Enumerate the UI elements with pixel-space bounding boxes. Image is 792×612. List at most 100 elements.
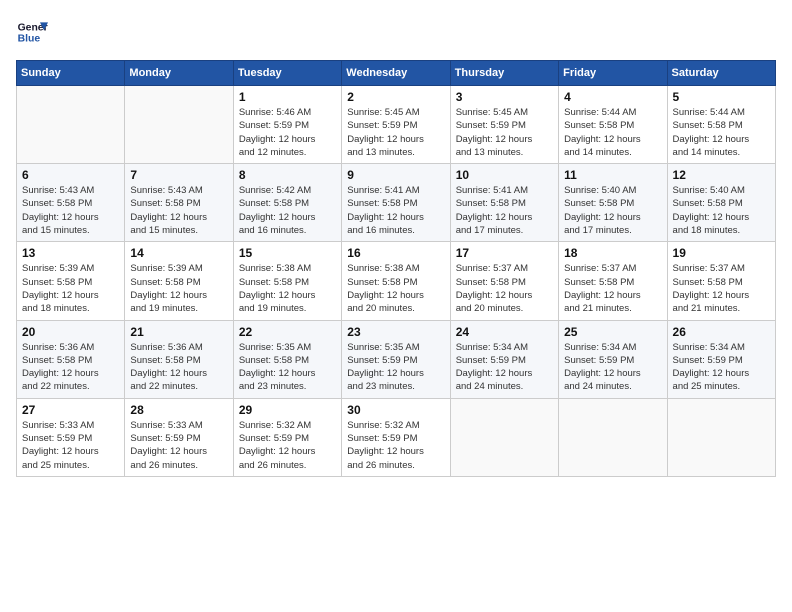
svg-text:Blue: Blue: [18, 34, 41, 45]
calendar-table: SundayMondayTuesdayWednesdayThursdayFrid…: [16, 60, 776, 477]
day-number: 9: [347, 168, 444, 182]
calendar-cell: 21Sunrise: 5:36 AM Sunset: 5:58 PM Dayli…: [125, 320, 233, 398]
day-info: Sunrise: 5:42 AM Sunset: 5:58 PM Dayligh…: [239, 184, 336, 237]
day-info: Sunrise: 5:40 AM Sunset: 5:58 PM Dayligh…: [564, 184, 661, 237]
col-header-monday: Monday: [125, 61, 233, 86]
day-info: Sunrise: 5:46 AM Sunset: 5:59 PM Dayligh…: [239, 106, 336, 159]
logo: General Blue: [16, 16, 48, 48]
day-number: 5: [673, 90, 770, 104]
calendar-cell: 10 Sunrise: 5:41 AM Sunset: 5:58 PM Dayli…: [450, 164, 558, 242]
day-number: 29: [239, 403, 336, 417]
day-number: 25: [564, 325, 661, 339]
day-info: Sunrise: 5:41 AM Sunset: 5:58 PM Dayligh…: [347, 184, 444, 237]
calendar-cell: 16 Sunrise: 5:38 AM Sunset: 5:58 PM Dayli…: [342, 242, 450, 320]
day-number: 2: [347, 90, 444, 104]
day-number: 1: [239, 90, 336, 104]
day-info: Sunrise: 5:34 AM Sunset: 5:59 PM Dayligh…: [673, 341, 770, 394]
calendar-cell: 9 Sunrise: 5:41 AM Sunset: 5:58 PM Daylig…: [342, 164, 450, 242]
day-info: Sunrise: 5:35 AM Sunset: 5:58 PM Dayligh…: [239, 341, 336, 394]
day-info: Sunrise: 5:43 AM Sunset: 5:58 PM Dayligh…: [130, 184, 227, 237]
day-info: Sunrise: 5:36 AM Sunset: 5:58 PM Dayligh…: [22, 341, 119, 394]
day-info: Sunrise: 5:34 AM Sunset: 5:59 PM Dayligh…: [456, 341, 553, 394]
calendar-cell: 4 Sunrise: 5:44 AM Sunset: 5:58 PM Daylig…: [559, 86, 667, 164]
day-info: Sunrise: 5:38 AM Sunset: 5:58 PM Dayligh…: [239, 262, 336, 315]
calendar-cell: 6 Sunrise: 5:43 AM Sunset: 5:58 PM Daylig…: [17, 164, 125, 242]
col-header-tuesday: Tuesday: [233, 61, 341, 86]
calendar-cell: 30Sunrise: 5:32 AM Sunset: 5:59 PM Dayli…: [342, 398, 450, 476]
calendar-cell: 15 Sunrise: 5:38 AM Sunset: 5:58 PM Dayli…: [233, 242, 341, 320]
day-info: Sunrise: 5:37 AM Sunset: 5:58 PM Dayligh…: [456, 262, 553, 315]
calendar-cell: 23 Sunrise: 5:35 AM Sunset: 5:59 PM Dayli…: [342, 320, 450, 398]
col-header-friday: Friday: [559, 61, 667, 86]
col-header-sunday: Sunday: [17, 61, 125, 86]
day-number: 8: [239, 168, 336, 182]
page-header: General Blue: [16, 16, 776, 48]
day-number: 27: [22, 403, 119, 417]
day-info: Sunrise: 5:32 AM Sunset: 5:59 PM Dayligh…: [239, 419, 336, 472]
day-number: 26: [673, 325, 770, 339]
calendar-cell: 26 Sunrise: 5:34 AM Sunset: 5:59 PM Dayli…: [667, 320, 775, 398]
col-header-wednesday: Wednesday: [342, 61, 450, 86]
day-info: Sunrise: 5:35 AM Sunset: 5:59 PM Dayligh…: [347, 341, 444, 394]
day-info: Sunrise: 5:37 AM Sunset: 5:58 PM Dayligh…: [564, 262, 661, 315]
calendar-cell: 1 Sunrise: 5:46 AM Sunset: 5:59 PM Daylig…: [233, 86, 341, 164]
day-number: 20: [22, 325, 119, 339]
day-number: 18: [564, 246, 661, 260]
day-info: Sunrise: 5:38 AM Sunset: 5:58 PM Dayligh…: [347, 262, 444, 315]
day-number: 14: [130, 246, 227, 260]
day-info: Sunrise: 5:44 AM Sunset: 5:58 PM Dayligh…: [673, 106, 770, 159]
calendar-cell: 22 Sunrise: 5:35 AM Sunset: 5:58 PM Dayli…: [233, 320, 341, 398]
day-info: Sunrise: 5:45 AM Sunset: 5:59 PM Dayligh…: [347, 106, 444, 159]
calendar-cell: 19 Sunrise: 5:37 AM Sunset: 5:58 PM Dayli…: [667, 242, 775, 320]
calendar-cell: 27 Sunrise: 5:33 AM Sunset: 5:59 PM Dayli…: [17, 398, 125, 476]
day-info: Sunrise: 5:39 AM Sunset: 5:58 PM Dayligh…: [22, 262, 119, 315]
day-info: Sunrise: 5:43 AM Sunset: 5:58 PM Dayligh…: [22, 184, 119, 237]
day-info: Sunrise: 5:33 AM Sunset: 5:59 PM Dayligh…: [22, 419, 119, 472]
day-number: 4: [564, 90, 661, 104]
calendar-cell: [559, 398, 667, 476]
calendar-cell: 5 Sunrise: 5:44 AM Sunset: 5:58 PM Daylig…: [667, 86, 775, 164]
calendar-cell: 12 Sunrise: 5:40 AM Sunset: 5:58 PM Dayli…: [667, 164, 775, 242]
day-info: Sunrise: 5:37 AM Sunset: 5:58 PM Dayligh…: [673, 262, 770, 315]
day-info: Sunrise: 5:41 AM Sunset: 5:58 PM Dayligh…: [456, 184, 553, 237]
calendar-cell: 7Sunrise: 5:43 AM Sunset: 5:58 PM Daylig…: [125, 164, 233, 242]
day-number: 12: [673, 168, 770, 182]
day-number: 10: [456, 168, 553, 182]
calendar-cell: 3 Sunrise: 5:45 AM Sunset: 5:59 PM Daylig…: [450, 86, 558, 164]
day-number: 19: [673, 246, 770, 260]
calendar-cell: 13 Sunrise: 5:39 AM Sunset: 5:58 PM Dayli…: [17, 242, 125, 320]
col-header-saturday: Saturday: [667, 61, 775, 86]
calendar-cell: [17, 86, 125, 164]
day-number: 6: [22, 168, 119, 182]
calendar-cell: 17 Sunrise: 5:37 AM Sunset: 5:58 PM Dayli…: [450, 242, 558, 320]
day-number: 13: [22, 246, 119, 260]
calendar-cell: 29 Sunrise: 5:32 AM Sunset: 5:59 PM Dayli…: [233, 398, 341, 476]
calendar-cell: 25Sunrise: 5:34 AM Sunset: 5:59 PM Dayli…: [559, 320, 667, 398]
day-number: 15: [239, 246, 336, 260]
calendar-cell: 20 Sunrise: 5:36 AM Sunset: 5:58 PM Dayli…: [17, 320, 125, 398]
col-header-thursday: Thursday: [450, 61, 558, 86]
day-info: Sunrise: 5:32 AM Sunset: 5:59 PM Dayligh…: [347, 419, 444, 472]
day-info: Sunrise: 5:44 AM Sunset: 5:58 PM Dayligh…: [564, 106, 661, 159]
day-number: 24: [456, 325, 553, 339]
calendar-cell: [667, 398, 775, 476]
day-info: Sunrise: 5:39 AM Sunset: 5:58 PM Dayligh…: [130, 262, 227, 315]
calendar-cell: 2 Sunrise: 5:45 AM Sunset: 5:59 PM Daylig…: [342, 86, 450, 164]
day-number: 16: [347, 246, 444, 260]
calendar-cell: 24 Sunrise: 5:34 AM Sunset: 5:59 PM Dayli…: [450, 320, 558, 398]
day-number: 21: [130, 325, 227, 339]
calendar-cell: 8 Sunrise: 5:42 AM Sunset: 5:58 PM Daylig…: [233, 164, 341, 242]
day-number: 17: [456, 246, 553, 260]
day-info: Sunrise: 5:40 AM Sunset: 5:58 PM Dayligh…: [673, 184, 770, 237]
calendar-cell: 14 Sunrise: 5:39 AM Sunset: 5:58 PM Dayli…: [125, 242, 233, 320]
logo-icon: General Blue: [16, 16, 48, 48]
day-number: 22: [239, 325, 336, 339]
calendar-cell: 18 Sunrise: 5:37 AM Sunset: 5:58 PM Dayli…: [559, 242, 667, 320]
calendar-cell: [125, 86, 233, 164]
day-info: Sunrise: 5:45 AM Sunset: 5:59 PM Dayligh…: [456, 106, 553, 159]
day-info: Sunrise: 5:33 AM Sunset: 5:59 PM Dayligh…: [130, 419, 227, 472]
day-number: 23: [347, 325, 444, 339]
day-number: 3: [456, 90, 553, 104]
calendar-cell: 11Sunrise: 5:40 AM Sunset: 5:58 PM Dayli…: [559, 164, 667, 242]
calendar-cell: 28Sunrise: 5:33 AM Sunset: 5:59 PM Dayli…: [125, 398, 233, 476]
